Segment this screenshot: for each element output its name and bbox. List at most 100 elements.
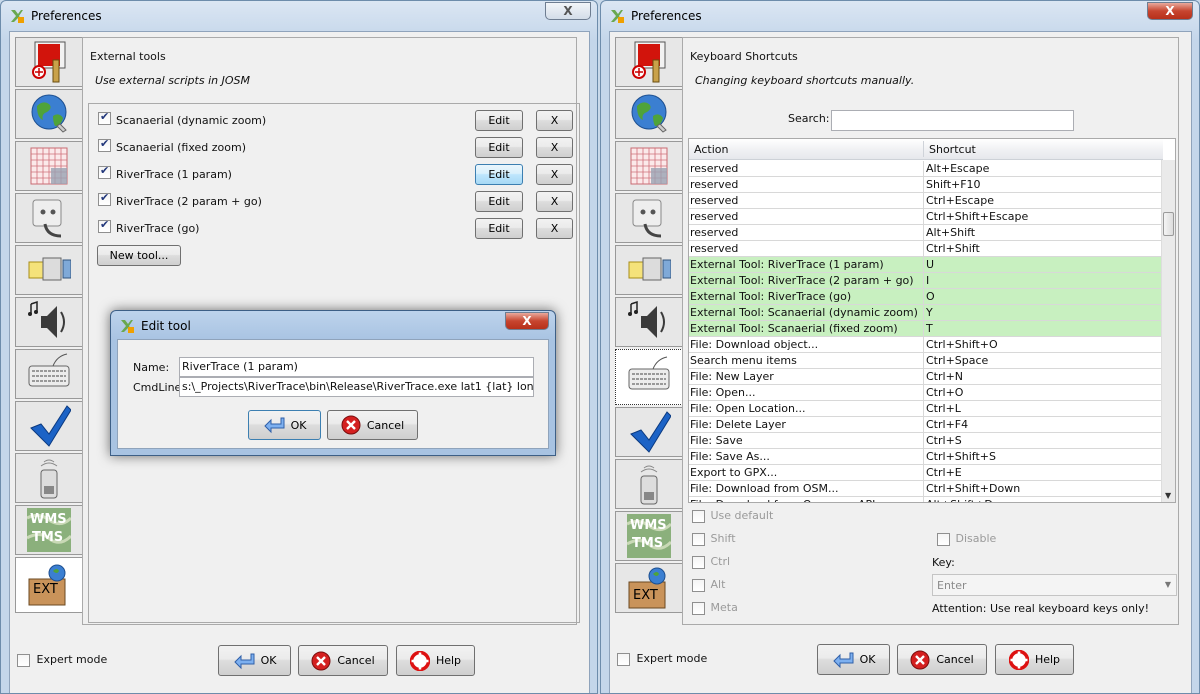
table-row[interactable]: File: Download object... Ctrl+Shift+O <box>689 337 1163 353</box>
dialog-cancel-button[interactable]: Cancel <box>327 410 418 440</box>
disable-checkbox[interactable] <box>937 532 950 546</box>
column-header-action[interactable]: Action <box>694 143 728 156</box>
tab-projection[interactable] <box>15 141 83 191</box>
remove-tool-button[interactable]: X <box>536 191 573 212</box>
remove-tool-button[interactable]: X <box>536 164 573 185</box>
ctrl-checkbox[interactable] <box>692 555 705 569</box>
tab-wms-tms[interactable]: WMS TMS <box>615 511 683 561</box>
tool-enabled-checkbox[interactable] <box>98 137 111 152</box>
table-row[interactable]: File: Save As... Ctrl+Shift+S <box>689 449 1163 465</box>
tab-external-tools[interactable]: EXT <box>615 563 683 613</box>
tab-validator[interactable] <box>15 401 83 451</box>
table-row[interactable]: External Tool: Scanaerial (fixed zoom) T <box>689 321 1163 337</box>
help-button[interactable]: Help <box>396 645 475 676</box>
cancel-button[interactable]: Cancel <box>298 645 388 676</box>
table-row[interactable]: File: Save Ctrl+S <box>689 433 1163 449</box>
table-scrollbar[interactable]: ▼ <box>1161 160 1175 502</box>
remove-tool-button[interactable]: X <box>536 137 573 158</box>
key-select[interactable]: Enter ▼ <box>932 574 1177 596</box>
table-row[interactable]: File: Download from Overpass API... Alt+S… <box>689 497 1163 502</box>
cancel-button[interactable]: Cancel <box>897 644 987 675</box>
tab-external-tools[interactable]: EXT <box>15 557 83 613</box>
tab-shortcuts[interactable] <box>15 349 83 399</box>
meta-checkbox[interactable] <box>692 601 705 615</box>
edit-tool-button[interactable]: Edit <box>475 137 523 158</box>
new-tool-button[interactable]: New tool... <box>97 245 181 266</box>
ok-button[interactable]: OK <box>817 644 890 675</box>
column-header-shortcut[interactable]: Shortcut <box>929 143 976 156</box>
table-row[interactable]: External Tool: RiverTrace (2 param + go)… <box>689 273 1163 289</box>
table-row[interactable]: External Tool: Scanaerial (dynamic zoom)… <box>689 305 1163 321</box>
ctrl-option[interactable]: Ctrl <box>692 555 730 569</box>
close-button[interactable]: X <box>1147 2 1193 20</box>
dialog-title-bar[interactable]: Edit tool X <box>111 311 555 339</box>
ok-button[interactable]: OK <box>218 645 291 676</box>
edit-tool-button[interactable]: Edit <box>475 110 523 131</box>
alt-option[interactable]: Alt <box>692 578 725 592</box>
table-row[interactable]: reserved Ctrl+Shift+Escape <box>689 209 1163 225</box>
tab-audio[interactable] <box>15 297 83 347</box>
expert-mode-toggle[interactable]: Expert mode <box>617 652 707 666</box>
scrollbar-thumb[interactable] <box>1163 212 1174 236</box>
shift-checkbox[interactable] <box>692 532 705 546</box>
table-row[interactable]: reserved Ctrl+Escape <box>689 193 1163 209</box>
tab-files[interactable] <box>615 245 683 295</box>
table-row[interactable]: File: Delete Layer Ctrl+F4 <box>689 417 1163 433</box>
tab-connection[interactable] <box>15 193 83 243</box>
expert-mode-checkbox[interactable] <box>17 653 30 667</box>
tool-enabled-checkbox[interactable] <box>98 218 111 233</box>
tab-display-settings[interactable] <box>15 37 83 87</box>
use-default-checkbox[interactable] <box>692 509 705 523</box>
action-cell: External Tool: Scanaerial (dynamic zoom) <box>690 306 918 319</box>
close-button[interactable]: X <box>545 2 591 20</box>
tab-projection[interactable] <box>615 141 683 191</box>
edit-tool-button[interactable]: Edit <box>475 218 523 239</box>
tab-remote-control[interactable] <box>615 459 683 509</box>
tab-audio[interactable] <box>615 297 683 347</box>
edit-tool-button[interactable]: Edit <box>475 164 523 185</box>
disable-option[interactable]: Disable <box>937 532 996 546</box>
title-bar[interactable]: Preferences X <box>1 1 597 31</box>
table-row[interactable]: reserved Ctrl+Shift <box>689 241 1163 257</box>
table-row[interactable]: External Tool: RiverTrace (go) O <box>689 289 1163 305</box>
name-field[interactable]: RiverTrace (1 param) <box>179 357 534 377</box>
title-bar[interactable]: Preferences X <box>601 1 1199 31</box>
remove-tool-button[interactable]: X <box>536 218 573 239</box>
table-row[interactable]: Search menu items Ctrl+Space <box>689 353 1163 369</box>
dialog-close-button[interactable]: X <box>505 312 549 330</box>
table-row[interactable]: File: Open... Ctrl+O <box>689 385 1163 401</box>
cmdline-field[interactable]: s:\_Projects\RiverTrace\bin\Release\Rive… <box>179 377 534 397</box>
tab-wms-tms[interactable]: WMS TMS <box>15 505 83 555</box>
shift-option[interactable]: Shift <box>692 532 736 546</box>
tab-map-settings[interactable] <box>15 89 83 139</box>
expert-mode-toggle[interactable]: Expert mode <box>17 653 107 667</box>
edit-tool-button[interactable]: Edit <box>475 191 523 212</box>
tab-remote-control[interactable] <box>15 453 83 503</box>
use-default-option[interactable]: Use default <box>692 509 773 523</box>
dialog-ok-button[interactable]: OK <box>248 410 321 440</box>
tab-map-settings[interactable] <box>615 89 683 139</box>
tab-shortcuts[interactable] <box>615 349 683 405</box>
table-row[interactable]: reserved Alt+Shift <box>689 225 1163 241</box>
tool-enabled-checkbox[interactable] <box>98 164 111 179</box>
table-row[interactable]: Export to GPX... Ctrl+E <box>689 465 1163 481</box>
table-row[interactable]: File: New Layer Ctrl+N <box>689 369 1163 385</box>
meta-option[interactable]: Meta <box>692 601 738 615</box>
tab-connection[interactable] <box>615 193 683 243</box>
tool-enabled-checkbox[interactable] <box>98 191 111 206</box>
tab-files[interactable] <box>15 245 83 295</box>
table-row[interactable]: External Tool: RiverTrace (1 param) U <box>689 257 1163 273</box>
remove-tool-button[interactable]: X <box>536 110 573 131</box>
scroll-down-icon[interactable]: ▼ <box>1165 491 1171 500</box>
tab-display-settings[interactable] <box>615 37 683 87</box>
tab-validator[interactable] <box>615 407 683 457</box>
help-button[interactable]: Help <box>995 644 1074 675</box>
table-row[interactable]: reserved Shift+F10 <box>689 177 1163 193</box>
alt-checkbox[interactable] <box>692 578 705 592</box>
table-row[interactable]: File: Open Location... Ctrl+L <box>689 401 1163 417</box>
table-row[interactable]: File: Download from OSM... Ctrl+Shift+Dow… <box>689 481 1163 497</box>
search-input[interactable] <box>831 110 1074 131</box>
tool-enabled-checkbox[interactable] <box>98 110 111 125</box>
expert-mode-checkbox[interactable] <box>617 652 630 666</box>
table-row[interactable]: reserved Alt+Escape <box>689 161 1163 177</box>
